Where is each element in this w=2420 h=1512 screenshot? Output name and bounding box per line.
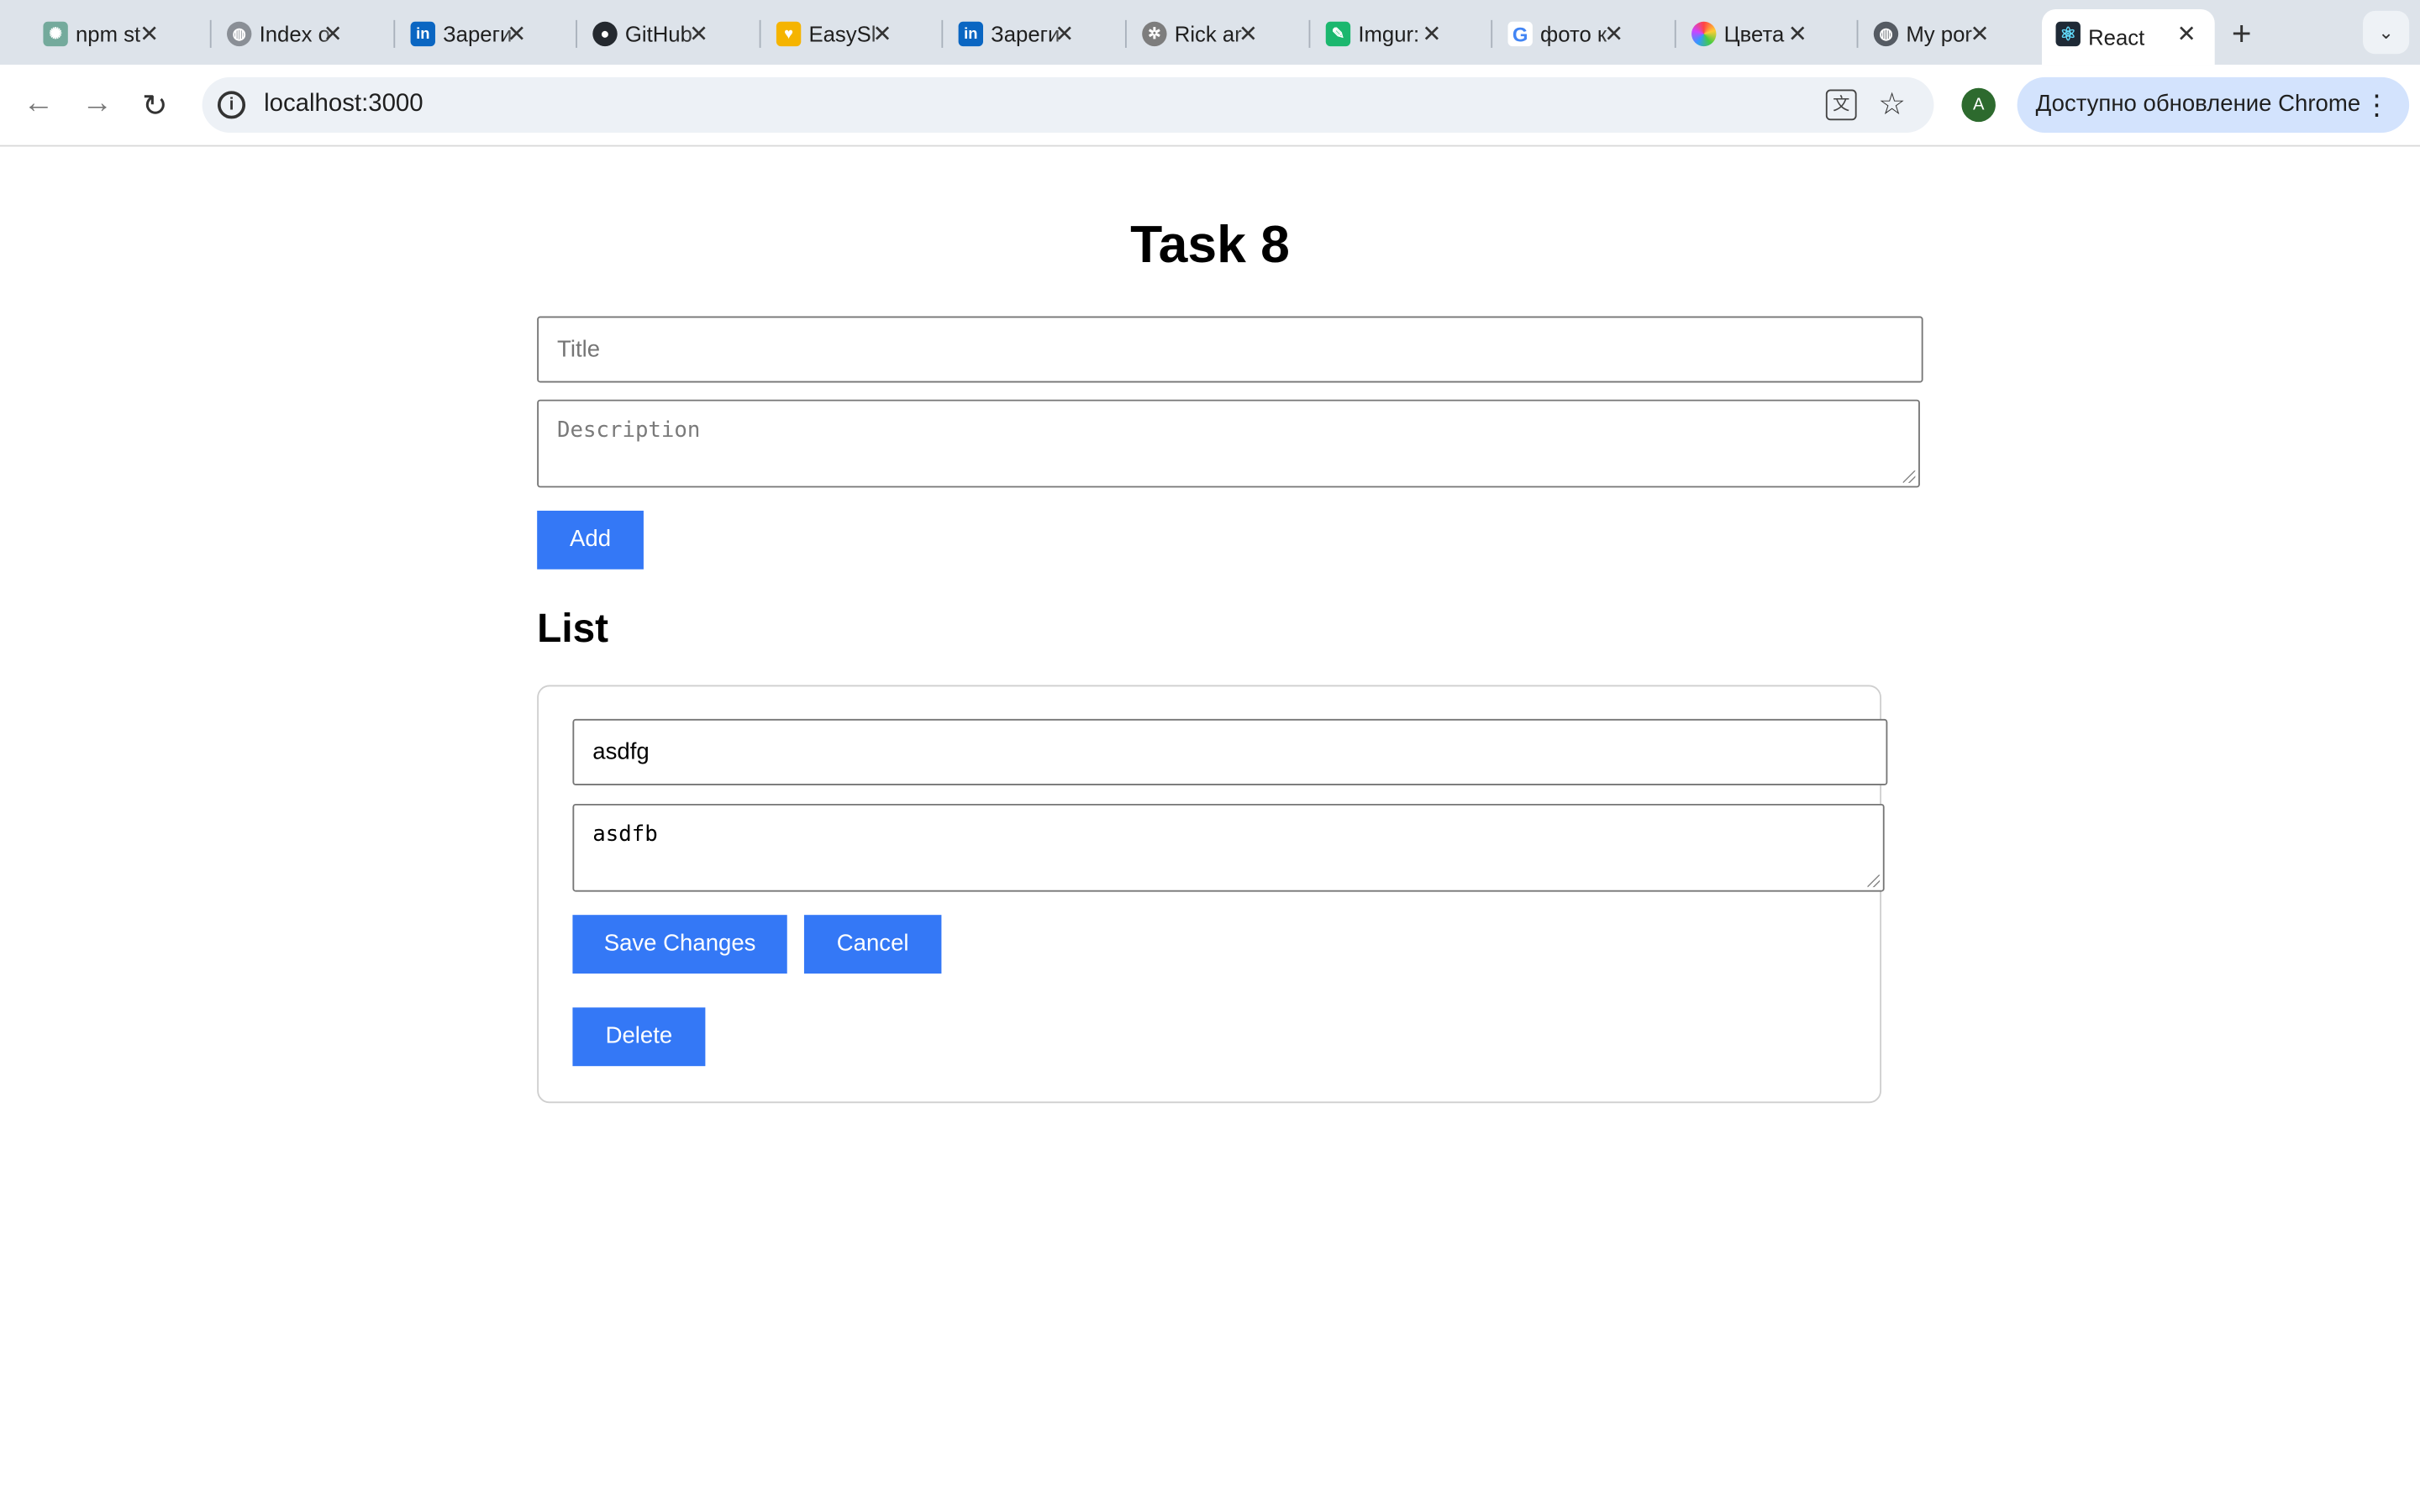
google-icon: G [1507, 21, 1533, 47]
color-wheel-icon [1691, 21, 1717, 47]
resize-grip-icon[interactable] [1902, 470, 1916, 483]
more-vert-icon[interactable]: ⋮ [2363, 77, 2391, 133]
tab-strip: ✺ npm st ✕ ◍ Index o ✕ in Зареги ✕ ● Git… [0, 0, 2420, 66]
tab-react-active[interactable]: ⚛ React ✕ [2042, 9, 2215, 66]
chatgpt-icon: ✺ [43, 21, 68, 47]
arrow-right-icon: → [82, 86, 113, 121]
browser-toolbar: ← → ↻ i localhost:3000 文 ☆ A Доступно об… [0, 65, 2420, 147]
arrow-left-icon: ← [23, 86, 55, 121]
tab-separator [1674, 19, 1676, 48]
tab-easyslides[interactable]: ♥ EasySl ✕ [762, 9, 910, 59]
translate-icon[interactable]: 文 [1825, 89, 1857, 121]
resize-grip-icon[interactable] [1867, 874, 1881, 888]
chrome-update-button[interactable]: Доступно обновление Chrome ⋮ [2017, 76, 2410, 133]
tab-separator [941, 19, 944, 48]
tab-imgur[interactable]: ✎ Imgur: ✕ [1312, 9, 1460, 59]
tab-label: React [2088, 24, 2145, 50]
page-title: Task 8 [1130, 216, 1290, 275]
tab-npm[interactable]: ✺ npm st ✕ [29, 9, 177, 59]
close-icon[interactable]: ✕ [873, 20, 892, 48]
update-label: Доступно обновление Chrome [2035, 91, 2361, 118]
close-icon[interactable]: ✕ [139, 20, 159, 48]
edit-title-input[interactable]: asdfg [572, 718, 1888, 785]
globe-icon: ◍ [1873, 21, 1899, 47]
delete-button[interactable]: Delete [572, 1007, 706, 1067]
github-icon: ● [592, 21, 618, 47]
bookmark-star-icon[interactable]: ☆ [1878, 85, 1906, 123]
reload-button[interactable]: ↻ [142, 87, 168, 125]
easyslides-icon: ♥ [776, 21, 802, 47]
tab-separator [1124, 19, 1127, 48]
imgur-icon: ✎ [1325, 21, 1351, 47]
tab-separator [576, 19, 577, 48]
close-icon[interactable]: ✕ [689, 20, 708, 48]
save-changes-button[interactable]: Save Changes [572, 915, 787, 974]
cancel-button[interactable]: Cancel [803, 915, 942, 974]
close-icon[interactable]: ✕ [507, 20, 526, 48]
tab-separator [209, 19, 212, 48]
tab-google[interactable]: G фото к ✕ [1494, 9, 1642, 59]
close-icon[interactable]: ✕ [1604, 20, 1623, 48]
close-icon[interactable]: ✕ [324, 20, 343, 48]
rick-icon: ✲ [1142, 21, 1167, 47]
address-url[interactable]: localhost:3000 [264, 91, 424, 118]
add-button[interactable]: Add [537, 510, 644, 570]
tab-linkedin-1[interactable]: in Зареги ✕ [397, 9, 544, 59]
linkedin-icon: in [410, 21, 435, 47]
profile-avatar[interactable]: A [1961, 87, 1996, 123]
back-button[interactable]: ← [24, 87, 55, 122]
description-textarea[interactable]: Description [537, 399, 1920, 488]
linkedin-icon: in [958, 21, 983, 47]
react-icon: ⚛ [2055, 21, 2081, 47]
new-tab-button[interactable]: + [2232, 14, 2252, 55]
close-icon[interactable]: ✕ [1422, 20, 1441, 48]
tab-separator [1491, 19, 1493, 48]
tab-portfolio[interactable]: ◍ My por ✕ [1860, 9, 2007, 59]
site-info-icon[interactable]: i [217, 91, 246, 119]
close-icon[interactable]: ✕ [2177, 20, 2196, 48]
edit-title-value: asdfg [592, 738, 650, 766]
chevron-down-icon: ⌄ [2378, 21, 2394, 44]
list-heading: List [537, 605, 609, 652]
edit-description-value: asdfb [592, 822, 658, 848]
tab-separator [1308, 19, 1311, 48]
tab-separator [1856, 19, 1859, 48]
description-placeholder: Description [557, 417, 701, 444]
tab-linkedin-2[interactable]: in Зареги ✕ [944, 9, 1092, 59]
globe-icon: ◍ [227, 21, 252, 47]
title-input[interactable] [537, 316, 1923, 383]
tab-colors[interactable]: Цвета ✕ [1678, 9, 1826, 59]
close-icon[interactable]: ✕ [1239, 20, 1258, 48]
close-icon[interactable]: ✕ [1788, 20, 1807, 48]
tab-search-button[interactable]: ⌄ [2363, 10, 2410, 55]
tab-github[interactable]: ● GitHub ✕ [579, 9, 727, 59]
close-icon[interactable]: ✕ [1970, 20, 1989, 48]
forward-button[interactable]: → [82, 87, 113, 122]
close-icon[interactable]: ✕ [1055, 20, 1074, 48]
tab-rick[interactable]: ✲ Rick ar ✕ [1128, 9, 1276, 59]
edit-description-textarea[interactable]: asdfb [572, 803, 1885, 892]
reload-icon: ↻ [141, 89, 168, 123]
tab-index[interactable]: ◍ Index o ✕ [213, 9, 360, 59]
tab-separator [393, 19, 396, 48]
address-bar[interactable]: i localhost:3000 文 ☆ [202, 76, 1934, 133]
tab-separator [759, 19, 761, 48]
